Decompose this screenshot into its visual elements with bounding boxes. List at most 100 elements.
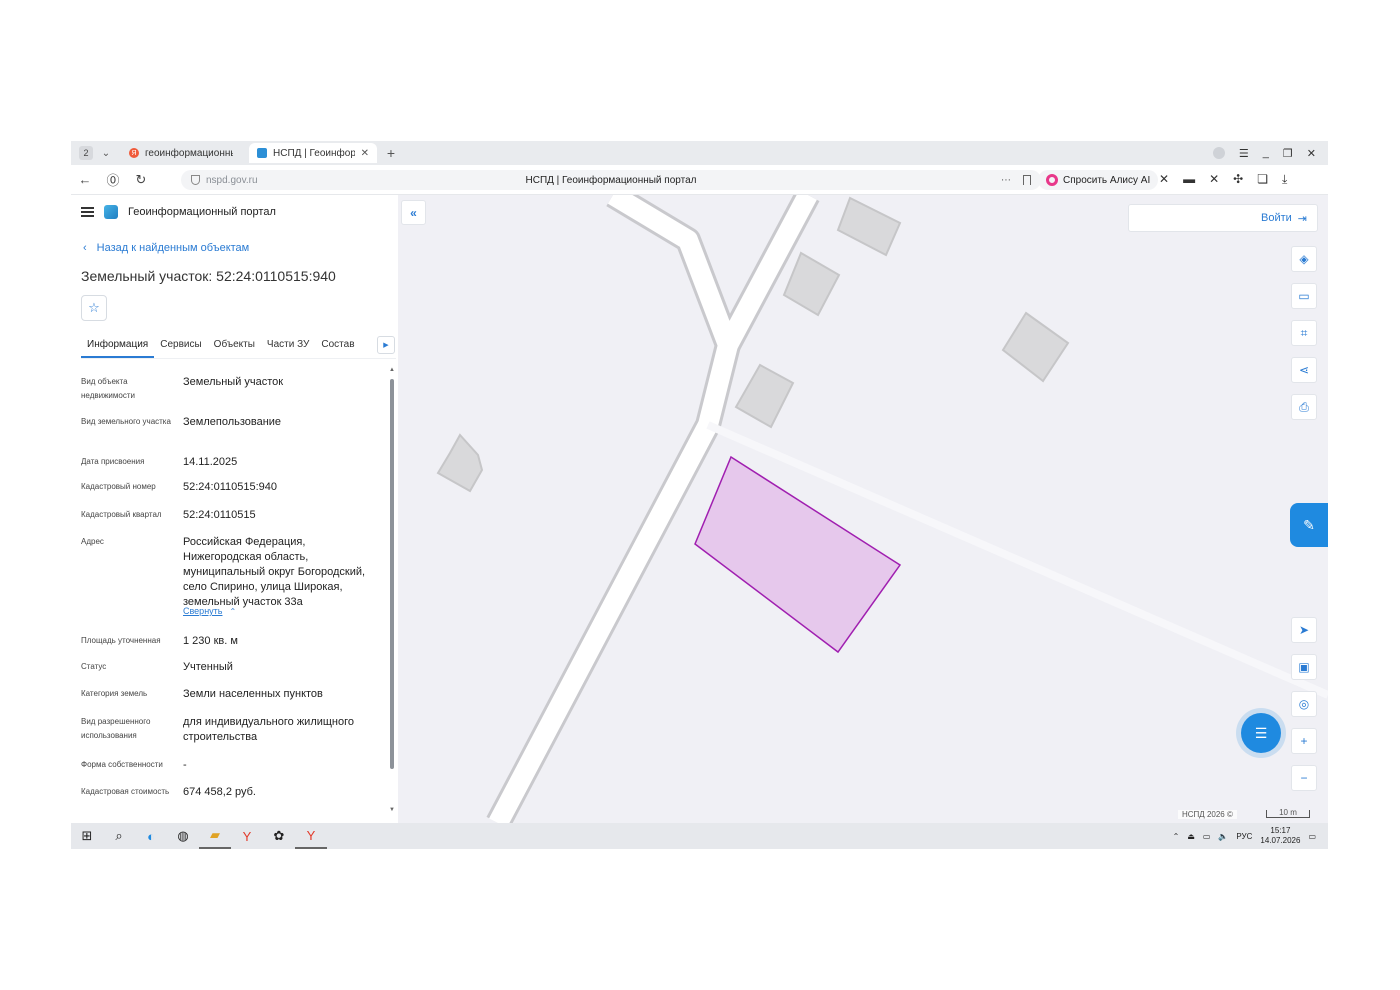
browser-address-bar: ← ⓪ ↻ nspd.gov.ru НСПД | Геоинформационн…: [71, 165, 1328, 195]
system-tray: ⌃ ⏏ ▭ 🔈 РУС 15:17 14.07.2026 ▭: [1173, 826, 1328, 846]
ask-alice-button[interactable]: Спросить Алису AI: [1038, 170, 1159, 190]
tab-objects[interactable]: Объекты: [208, 333, 261, 358]
hamburger-menu-icon[interactable]: [81, 207, 94, 217]
tray-chevron-up-icon[interactable]: ⌃: [1173, 832, 1180, 841]
bookmark-icon[interactable]: [1023, 175, 1031, 185]
location-search-button[interactable]: ◎: [1291, 691, 1317, 717]
yandex-browser-active-icon[interactable]: Y: [295, 823, 327, 849]
area-search-button[interactable]: ⌗: [1291, 320, 1317, 346]
yandex-browser-icon[interactable]: Y: [231, 823, 263, 849]
zoom-in-button[interactable]: +: [1291, 728, 1317, 754]
favorite-star-button[interactable]: ☆: [81, 295, 107, 321]
windows-taskbar: ⊞ ⌕ ◐ ◍ ▰ Y ✿ Y ⌃ ⏏ ▭ 🔈 РУС 15:17 14.07.…: [71, 823, 1328, 849]
close-window-icon[interactable]: ✕: [1307, 147, 1316, 160]
screen: 2 ⌄ Я геоинформационный пор НСПД | Геоин…: [71, 141, 1328, 849]
print-button[interactable]: ⎙: [1291, 394, 1317, 420]
collapse-link[interactable]: Свернуть ⌃: [183, 604, 263, 619]
share-button[interactable]: ⋖: [1291, 357, 1317, 383]
extension-icons: ✕ ▬ ✕ ✣ ❏ ⤓: [1159, 172, 1287, 187]
usb-device-icon[interactable]: ⏏: [1187, 832, 1195, 841]
window-controls: ☰ _ ❐ ✕: [1212, 147, 1328, 160]
tab-parts[interactable]: Части ЗУ: [261, 333, 315, 358]
tab-label: НСПД | Геоинформаци: [273, 147, 355, 159]
back-to-results-link[interactable]: ‹ Назад к найденным объектам: [83, 242, 249, 254]
tab-list-chevron-icon[interactable]: ⌄: [99, 148, 113, 159]
collapse-panel-button[interactable]: «: [401, 200, 426, 225]
browser-tab-active[interactable]: НСПД | Геоинформаци ✕: [249, 143, 377, 163]
map-canvas: [436, 195, 1328, 823]
login-arrow-icon: ⇥: [1297, 212, 1307, 225]
search-icon[interactable]: ⌕: [103, 823, 135, 849]
selected-parcel-polygon[interactable]: [694, 455, 902, 654]
windows-start-icon[interactable]: ⊞: [71, 823, 103, 849]
support-button[interactable]: ✎: [1290, 503, 1328, 547]
url-field[interactable]: nspd.gov.ru НСПД | Геоинформационный пор…: [181, 170, 1041, 190]
collections-icon[interactable]: ❏: [1257, 172, 1268, 187]
plus-icon: +: [1300, 734, 1308, 748]
menu-icon[interactable]: ☰: [1239, 147, 1249, 160]
scrollbar-thumb[interactable]: [390, 379, 394, 769]
app-title: Геоинформационный портал: [128, 206, 276, 218]
property-key: Кадастровый номер: [81, 482, 156, 491]
map-view[interactable]: « Войти ⇥ ◈ ▭ ⌗ ⋖ ⎙ ✎ ➤ ▣ ◎ + − ☰ НСПД 2…: [398, 195, 1328, 823]
restore-icon[interactable]: ❐: [1283, 147, 1293, 160]
navigation-arrow-icon: ➤: [1298, 623, 1310, 637]
close-tab-icon[interactable]: ✕: [361, 148, 369, 159]
extension-x-icon[interactable]: ✕: [1159, 172, 1169, 187]
network-icon[interactable]: ▭: [1203, 832, 1211, 841]
tabs-scroll-right-icon[interactable]: ▶: [377, 336, 395, 354]
back-label: Назад к найденным объектам: [96, 242, 250, 254]
notifications-icon[interactable]: ▭: [1308, 832, 1316, 841]
reload-icon[interactable]: ↻: [127, 172, 155, 188]
download-icon[interactable]: ⤓: [1282, 172, 1287, 187]
scroll-down-icon[interactable]: ▼: [389, 807, 395, 813]
map-attribution: НСПД 2026 ©: [1178, 810, 1237, 819]
property-value: Земельный участок: [183, 376, 284, 388]
property-key: Форма собственности: [81, 760, 163, 769]
security-shield-icon: [191, 175, 200, 185]
property-value: Учтенный: [183, 661, 233, 673]
yandex-home-icon[interactable]: ⓪: [99, 170, 127, 189]
info-tabs: Информация Сервисы Объекты Части ЗУ Сост…: [81, 333, 396, 359]
extension-x2-icon[interactable]: ✕: [1209, 172, 1219, 187]
paint-app-icon[interactable]: ✿: [263, 823, 295, 849]
tab-services[interactable]: Сервисы: [154, 333, 207, 358]
photos-app-icon[interactable]: ◍: [167, 823, 199, 849]
extension-mask-icon[interactable]: ▬: [1183, 172, 1195, 187]
minimap-button[interactable]: ▣: [1291, 654, 1317, 680]
panel-scrollbar[interactable]: ▲ ▼: [389, 367, 395, 815]
input-language[interactable]: РУС: [1236, 832, 1252, 841]
edge-browser-icon[interactable]: ◐: [135, 823, 167, 849]
property-value: Российская Федерация, Нижегородская обла…: [183, 536, 366, 608]
system-clock[interactable]: 15:17 14.07.2026: [1260, 826, 1300, 846]
ruler-button[interactable]: ▭: [1291, 283, 1317, 309]
chat-button[interactable]: ☰: [1241, 713, 1281, 753]
tab-composition[interactable]: Состав: [315, 333, 360, 358]
yandex-favicon-icon: Я: [129, 148, 139, 158]
profile-avatar-icon[interactable]: [1212, 147, 1225, 159]
back-arrow-icon[interactable]: ←: [71, 172, 99, 187]
tab-count-badge[interactable]: 2: [79, 146, 93, 160]
layers-button[interactable]: ◈: [1291, 246, 1317, 272]
minimize-icon[interactable]: _: [1263, 147, 1269, 159]
property-key: Вид разрешенного использования: [81, 717, 151, 740]
url-text: nspd.gov.ru: [206, 174, 258, 186]
scroll-up-icon[interactable]: ▲: [389, 367, 395, 373]
collapse-label: Свернуть: [183, 606, 223, 616]
more-dots-icon[interactable]: ⋯: [1001, 175, 1011, 186]
zoom-out-button[interactable]: −: [1291, 765, 1317, 791]
puzzle-extensions-icon[interactable]: ✣: [1233, 172, 1243, 187]
location-pin-icon: ◎: [1298, 697, 1310, 711]
login-button[interactable]: Войти ⇥: [1128, 204, 1318, 232]
building: [1001, 311, 1070, 383]
new-tab-plus-icon[interactable]: +: [383, 145, 399, 161]
volume-icon[interactable]: 🔈: [1218, 832, 1228, 841]
geolocation-button[interactable]: ➤: [1291, 617, 1317, 643]
property-key: Категория земель: [81, 689, 148, 698]
file-explorer-icon[interactable]: ▰: [199, 823, 231, 849]
alice-label: Спросить Алису AI: [1063, 174, 1151, 186]
map-scale-bar: 10 m: [1266, 809, 1310, 818]
tab-info[interactable]: Информация: [81, 333, 155, 358]
ruler-icon: ▭: [1298, 289, 1310, 303]
browser-tab-inactive[interactable]: Я геоинформационный пор: [121, 143, 241, 163]
